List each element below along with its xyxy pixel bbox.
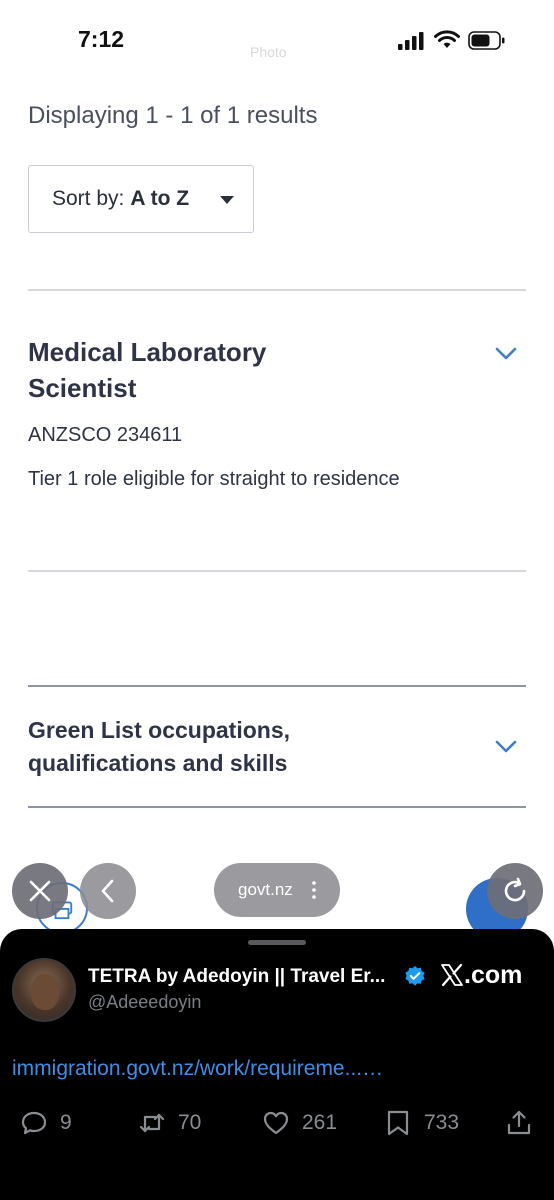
retweet-count: 70 xyxy=(178,1111,202,1134)
occupation-description: Tier 1 role eligible for straight to res… xyxy=(28,468,400,490)
wifi-icon xyxy=(434,30,460,48)
url-bar[interactable]: govt.nz xyxy=(214,863,340,917)
reload-icon xyxy=(504,877,526,902)
divider xyxy=(28,570,526,572)
reply-icon xyxy=(21,1111,47,1135)
tweet-card[interactable]: TETRA by Adedoyin || Travel Er... @Adeee… xyxy=(0,929,554,1200)
occupation-title[interactable]: Medical Laboratory Scientist xyxy=(28,334,358,406)
drag-handle[interactable] xyxy=(248,940,306,945)
like-button[interactable]: 261 xyxy=(262,1109,337,1137)
close-button[interactable] xyxy=(12,863,68,919)
cellular-signal-icon xyxy=(398,32,424,50)
avatar-face xyxy=(31,974,59,1010)
verified-badge-icon xyxy=(405,966,425,986)
status-center-text: Photo xyxy=(250,44,287,60)
tweet-link[interactable]: immigration.govt.nz/work/requireme...… xyxy=(12,1057,383,1081)
sort-dropdown[interactable]: Sort by: A to Z xyxy=(28,165,254,233)
divider xyxy=(28,806,526,808)
status-bar: 7:12 Photo xyxy=(0,0,554,80)
green-list-title[interactable]: Green List occupations, qualifications a… xyxy=(28,714,358,780)
sort-value: A to Z xyxy=(130,187,190,210)
caret-down-icon xyxy=(220,196,234,204)
close-icon xyxy=(29,880,51,902)
url-text: govt.nz xyxy=(238,880,293,899)
bookmark-button[interactable]: 733 xyxy=(384,1109,459,1137)
status-time: 7:12 xyxy=(78,26,125,52)
bookmark-count: 733 xyxy=(424,1111,460,1134)
reply-count: 9 xyxy=(60,1111,72,1134)
heart-icon xyxy=(263,1111,289,1135)
brand-domain: .com xyxy=(464,961,523,989)
back-button[interactable] xyxy=(80,863,136,919)
display-name[interactable]: TETRA by Adedoyin || Travel Er... xyxy=(88,966,385,988)
reply-button[interactable]: 9 xyxy=(20,1109,72,1137)
share-icon xyxy=(507,1110,531,1135)
reload-button[interactable] xyxy=(487,863,543,919)
bookmark-icon xyxy=(387,1110,409,1136)
chevron-left-icon xyxy=(101,879,114,903)
divider xyxy=(28,289,526,291)
chevron-down-icon[interactable] xyxy=(495,347,517,361)
share-button[interactable] xyxy=(505,1109,533,1137)
battery-icon xyxy=(468,31,505,50)
retweet-icon xyxy=(139,1113,165,1133)
occupation-code: ANZSCO 234611 xyxy=(28,424,183,446)
chevron-down-icon[interactable] xyxy=(495,740,517,754)
avatar[interactable] xyxy=(12,958,76,1022)
sort-label: Sort by: xyxy=(52,187,125,210)
x-logo-icon xyxy=(441,963,463,987)
like-count: 261 xyxy=(302,1111,338,1134)
divider xyxy=(28,685,526,687)
retweet-button[interactable]: 70 xyxy=(138,1109,201,1137)
more-vertical-icon[interactable] xyxy=(312,881,316,899)
user-handle[interactable]: @Adeeedoyin xyxy=(88,992,201,1013)
results-count: Displaying 1 - 1 of 1 results xyxy=(28,102,318,129)
